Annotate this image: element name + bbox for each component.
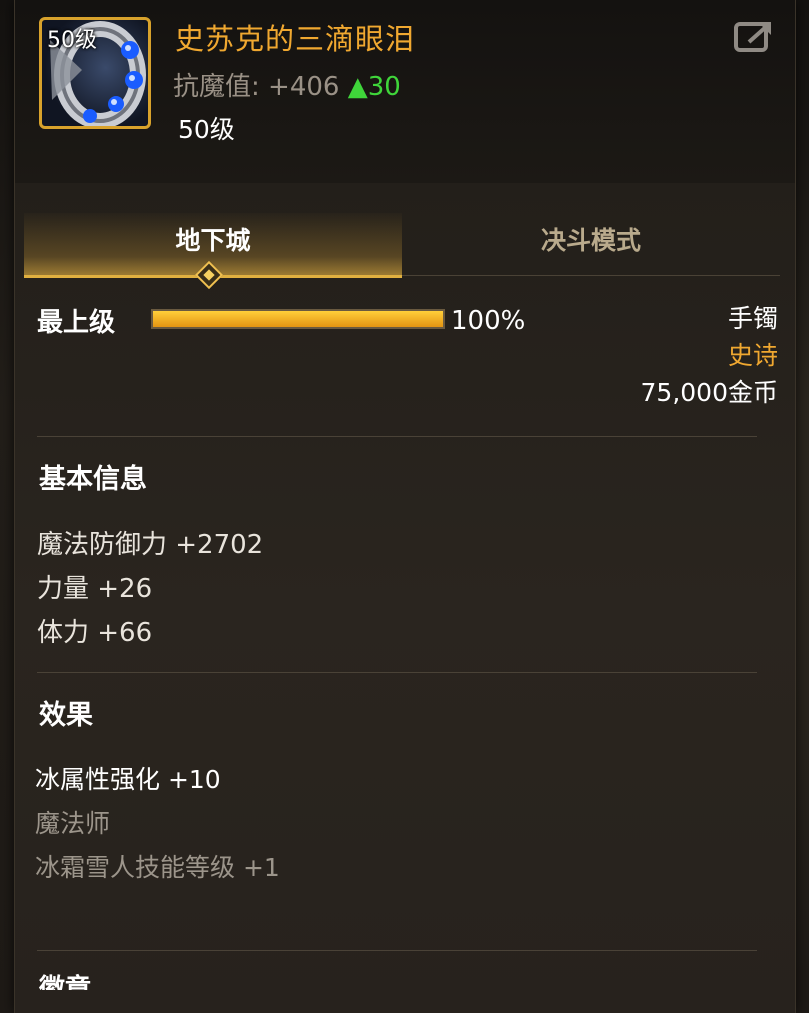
stat-vitality: 体力 +66: [37, 618, 153, 648]
item-header: 50级 史苏克的三滴眼泪 抗魔值: +406 ▲30 50级: [15, 0, 795, 183]
tab-pvp-duel[interactable]: 决斗模式: [402, 213, 780, 276]
item-details: 手镯 史诗 75,000金币: [641, 300, 778, 411]
grade-label: 最上级: [37, 308, 116, 338]
stat-strength: 力量 +26: [37, 574, 153, 604]
effect-ice-enhance: 冰属性强化 +10: [35, 765, 221, 794]
basic-info-title: 基本信息: [39, 464, 147, 495]
item-level: 50级: [178, 115, 235, 144]
grade-progress-fill: [153, 311, 443, 327]
grade-progress-bar: [151, 309, 445, 329]
grade-percent: 100%: [451, 306, 526, 336]
effect-class-requirement: 魔法师: [35, 809, 111, 838]
stat-magic-defense: 魔法防御力 +2702: [37, 530, 264, 560]
magic-resist-increase: ▲30: [347, 72, 401, 102]
icon-level-badge: 50级: [47, 28, 97, 53]
magic-resist-label: 抗魔值:: [173, 72, 260, 102]
item-price: 75,000金币: [640, 378, 778, 407]
divider: [37, 672, 757, 673]
effect-skill-level: 冰霜雪人技能等级 +1: [35, 853, 280, 882]
divider: [37, 436, 757, 437]
divider: [37, 950, 757, 951]
item-type: 手镯: [727, 304, 778, 333]
bracelet-item-icon: 50级: [39, 17, 151, 129]
item-name: 史苏克的三滴眼泪: [175, 22, 416, 56]
item-tooltip-panel: 50级 史苏克的三滴眼泪 抗魔值: +406 ▲30 50级 地下城 决斗模式 …: [14, 0, 796, 1013]
emblem-section-title: 徽章: [39, 974, 92, 990]
item-rarity: 史诗: [727, 341, 778, 370]
magic-resist-line: 抗魔值: +406 ▲30: [173, 66, 401, 103]
mode-tabs: 地下城 决斗模式: [24, 213, 785, 290]
share-export-icon[interactable]: [733, 16, 777, 56]
magic-resist-value: +406: [268, 72, 340, 102]
effects-title: 效果: [39, 700, 93, 731]
